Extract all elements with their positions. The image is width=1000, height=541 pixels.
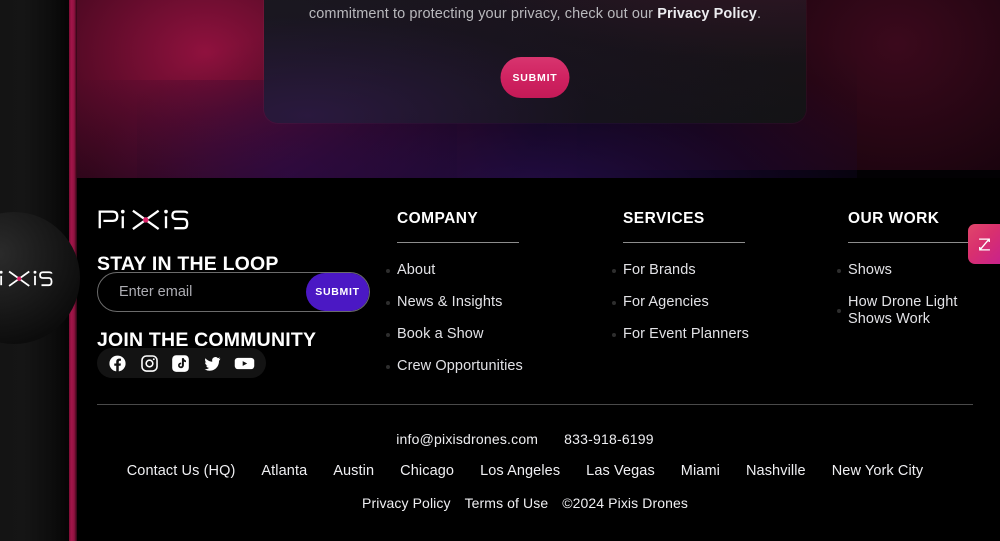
link-about[interactable]: About <box>397 262 523 279</box>
legal-terms-of-use[interactable]: Terms of Use <box>465 495 549 511</box>
city-nashville[interactable]: Nashville <box>746 463 806 479</box>
link-for-event-planners[interactable]: For Event Planners <box>623 326 749 343</box>
list-item: For Agencies <box>623 294 749 311</box>
link-shows[interactable]: Shows <box>848 262 970 279</box>
link-how-drone-light-shows-work[interactable]: How Drone Light Shows Work <box>848 294 958 328</box>
list-item: For Event Planners <box>623 326 749 343</box>
tiktok-icon[interactable] <box>171 354 190 373</box>
city-miami[interactable]: Miami <box>681 463 720 479</box>
twitter-icon[interactable] <box>203 354 222 373</box>
zendesk-z-icon <box>978 237 990 251</box>
city-contact-us-hq[interactable]: Contact Us (HQ) <box>127 463 236 479</box>
cities-row: Contact Us (HQ) Atlanta Austin Chicago L… <box>77 463 973 479</box>
footer-column-our-work: OUR WORK Shows How Drone Light Shows Wor… <box>848 210 970 328</box>
site-footer: STAY IN THE LOOP SUBMIT JOIN THE COMMUNI… <box>77 178 1000 541</box>
city-los-angeles[interactable]: Los Angeles <box>480 463 560 479</box>
services-links: For Brands For Agencies For Event Planne… <box>623 262 749 343</box>
contact-row: info@pixisdrones.com 833-918-6199 <box>77 431 973 447</box>
contact-phone-link[interactable]: 833-918-6199 <box>564 431 654 447</box>
newsletter-form: SUBMIT <box>97 272 370 312</box>
city-las-vegas[interactable]: Las Vegas <box>586 463 655 479</box>
youtube-icon[interactable] <box>234 354 255 373</box>
modal-text-before: commitment to protecting your privacy, c… <box>308 6 658 22</box>
city-new-york-city[interactable]: New York City <box>832 463 924 479</box>
legal-privacy-policy[interactable]: Privacy Policy <box>362 495 451 511</box>
list-item: Shows <box>848 262 970 279</box>
legal-row: Privacy Policy Terms of Use ©2024 Pixis … <box>77 495 973 511</box>
list-item: Book a Show <box>397 326 523 343</box>
instagram-icon[interactable] <box>140 354 159 373</box>
list-item: News & Insights <box>397 294 523 311</box>
social-links-bar <box>97 348 266 378</box>
modal-text-after: . <box>756 6 762 22</box>
list-item: How Drone Light Shows Work <box>848 294 970 328</box>
our-work-links: Shows How Drone Light Shows Work <box>848 262 970 328</box>
contact-email-link[interactable]: info@pixisdrones.com <box>396 431 538 447</box>
modal-body-text: commitment to protecting your privacy, c… <box>264 6 806 22</box>
link-for-brands[interactable]: For Brands <box>623 262 749 279</box>
pixis-logo[interactable] <box>97 205 189 233</box>
page-root: commitment to protecting your privacy, c… <box>0 0 1000 541</box>
link-news-insights[interactable]: News & Insights <box>397 294 523 311</box>
privacy-modal: commitment to protecting your privacy, c… <box>264 0 806 123</box>
column-title-services: SERVICES <box>623 210 705 227</box>
column-rule-our-work <box>848 242 970 243</box>
column-rule-services <box>623 242 745 243</box>
facebook-icon[interactable] <box>108 354 127 373</box>
footer-column-services: SERVICES For Brands For Agencies For Eve… <box>623 210 749 343</box>
city-atlanta[interactable]: Atlanta <box>261 463 307 479</box>
email-input[interactable] <box>98 273 306 311</box>
list-item: About <box>397 262 523 279</box>
newsletter-submit-button[interactable]: SUBMIT <box>306 273 369 311</box>
link-crew-opportunities[interactable]: Crew Opportunities <box>397 358 523 375</box>
city-chicago[interactable]: Chicago <box>400 463 454 479</box>
link-book-a-show[interactable]: Book a Show <box>397 326 523 343</box>
link-for-agencies[interactable]: For Agencies <box>623 294 749 311</box>
company-links: About News & Insights Book a Show Crew O… <box>397 262 523 375</box>
column-title-our-work: OUR WORK <box>848 210 940 227</box>
privacy-policy-link[interactable]: Privacy Policy <box>657 6 757 22</box>
pixis-logo-icon <box>98 209 189 231</box>
zendesk-launcher-button[interactable] <box>968 224 1000 264</box>
city-austin[interactable]: Austin <box>333 463 374 479</box>
modal-submit-button[interactable]: SUBMIT <box>500 57 570 98</box>
copyright-text: ©2024 Pixis Drones <box>562 495 688 511</box>
list-item: For Brands <box>623 262 749 279</box>
list-item: Crew Opportunities <box>397 358 523 375</box>
pixis-badge-logo-icon <box>0 270 53 287</box>
column-title-company: COMPANY <box>397 210 479 227</box>
footer-divider <box>97 404 973 405</box>
footer-column-company: COMPANY About News & Insights Book a Sho… <box>397 210 523 375</box>
column-rule-company <box>397 242 519 243</box>
